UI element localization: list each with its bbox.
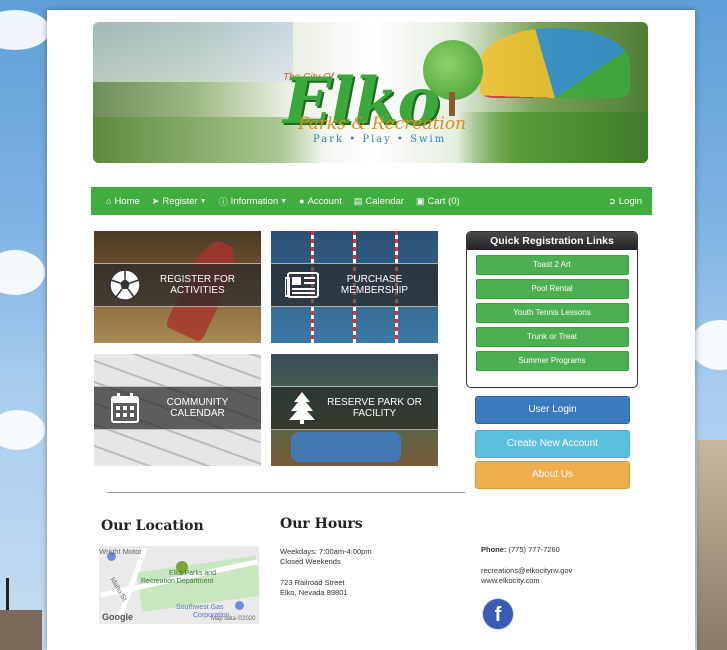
nav-login[interactable]: ➲ Login — [608, 196, 642, 207]
background-cloud — [0, 410, 45, 450]
tree-icon — [285, 391, 319, 425]
tile-photo-playground — [291, 432, 401, 462]
email-link[interactable]: recreations@elkocitynv.gov — [481, 566, 572, 576]
nav-calendar-label: Calendar — [365, 195, 404, 207]
phone-line: Phone: (775) 777-7260 — [481, 545, 560, 555]
hours-weekends: Closed Weekends — [280, 557, 341, 566]
quick-registration-panel: Quick Registration Links Toast 2 Art Poo… — [466, 231, 638, 388]
quick-link-pool-rental[interactable]: Pool Rental — [475, 279, 629, 299]
quick-link-summer-programs[interactable]: Summer Programs — [475, 351, 629, 371]
cart-icon: ▣ — [415, 195, 425, 206]
caret-down-icon: ▼ — [280, 197, 288, 205]
user-login-button[interactable]: User Login — [475, 396, 630, 424]
hours-heading: Our Hours — [280, 516, 363, 532]
map-label: Elko Parks and — [169, 570, 217, 577]
calendar-icon — [108, 391, 142, 425]
quick-registration-title: Quick Registration Links — [467, 232, 637, 250]
tile-band: RESERVE PARK OR FACILITY — [271, 386, 438, 430]
tile-band: PURCHASE MEMBERSHIP — [271, 263, 438, 307]
sign-in-icon: ➲ — [608, 195, 616, 206]
logo-tree-trunk — [449, 92, 455, 116]
tile-community-calendar[interactable]: COMMUNITY CALENDAR — [94, 354, 261, 466]
nav-information[interactable]: ⓘ Information ▼ — [219, 195, 287, 208]
logo-tagline: Park • Play • Swim — [313, 134, 447, 145]
background-building — [697, 440, 727, 650]
phone-label: Phone: — [481, 545, 507, 554]
quick-link-toast-2-art[interactable]: Toast 2 Art — [475, 255, 629, 275]
facebook-icon[interactable]: f — [483, 599, 513, 629]
nav-register[interactable]: ➤ Register ▼ — [152, 196, 207, 207]
hours-weekdays: Weekdays: 7:00am-4:00pm — [280, 547, 372, 556]
tile-label: PURCHASE MEMBERSHIP — [340, 274, 409, 296]
address-line-2: Elko, Nevada 89801 — [280, 588, 348, 597]
google-logo: Google — [102, 612, 133, 622]
map-attribution: Map data ©2020 — [211, 616, 256, 622]
logo-subtitle: Parks & Recreation — [298, 114, 467, 134]
tile-label: COMMUNITY CALENDAR — [166, 397, 229, 419]
quick-link-trunk-or-treat[interactable]: Trunk or Treat — [475, 327, 629, 347]
banner-sky — [93, 22, 293, 82]
banner-grass — [458, 112, 648, 163]
map-marker-icon — [235, 601, 244, 610]
nav-home[interactable]: ⌂ Home — [106, 196, 140, 207]
info-icon: ⓘ — [218, 196, 228, 207]
tile-register-activities[interactable]: REGISTER FOR ACTIVITIES — [94, 231, 261, 343]
main-navbar: ⌂ Home ➤ Register ▼ ⓘ Information ▼ ● Ac… — [91, 187, 652, 215]
newspaper-icon — [285, 268, 319, 302]
background-cloud — [690, 320, 727, 370]
user-icon: ● — [299, 196, 305, 206]
background-building — [0, 610, 42, 650]
nav-login-label: Login — [618, 195, 642, 207]
website-link[interactable]: www.elkocity.com — [481, 576, 540, 586]
quick-link-youth-tennis[interactable]: Youth Tennis Lessons — [475, 303, 629, 323]
home-icon: ⌂ — [106, 196, 112, 206]
background-cloud — [0, 250, 45, 295]
address-line-1: 723 Railroad Street — [280, 578, 345, 587]
nav-information-label: Information — [230, 195, 279, 207]
map-label: Southwest Gas — [176, 604, 224, 611]
paper-plane-icon: ➤ — [151, 195, 160, 206]
tile-reserve-park[interactable]: RESERVE PARK OR FACILITY — [271, 354, 438, 466]
about-us-button[interactable]: About Us — [475, 461, 630, 489]
map-label: Recreation Department — [141, 578, 214, 585]
page-container: The City Of Elko Parks & Recreation Park… — [47, 10, 695, 650]
background-cloud — [0, 10, 50, 50]
tile-purchase-membership[interactable]: PURCHASE MEMBERSHIP — [271, 231, 438, 343]
soccer-ball-icon — [108, 268, 142, 302]
section-divider — [107, 492, 465, 493]
caret-down-icon: ▼ — [199, 197, 207, 205]
tile-band: REGISTER FOR ACTIVITIES — [94, 263, 261, 307]
header-banner[interactable]: The City Of Elko Parks & Recreation Park… — [93, 22, 648, 163]
nav-account-label: Account — [307, 195, 342, 207]
phone-number[interactable]: (775) 777-7260 — [509, 545, 560, 554]
nav-cart[interactable]: ▣ Cart (0) — [416, 196, 460, 207]
nav-cart-label: Cart (0) — [427, 195, 460, 207]
location-map[interactable]: Wright Motor Elko Parks and Recreation D… — [99, 546, 259, 624]
banner-parachute — [480, 28, 630, 98]
nav-home-label: Home — [114, 195, 140, 207]
nav-calendar[interactable]: ▤ Calendar — [354, 196, 404, 207]
calendar-icon: ▤ — [353, 195, 363, 206]
tile-band: COMMUNITY CALENDAR — [94, 386, 261, 430]
tile-label: RESERVE PARK OR FACILITY — [327, 397, 422, 419]
map-label: Wright Motor — [99, 547, 142, 556]
nav-register-label: Register — [162, 195, 198, 207]
nav-account[interactable]: ● Account — [299, 196, 342, 207]
location-heading: Our Location — [101, 518, 204, 534]
tile-label: REGISTER FOR ACTIVITIES — [159, 274, 235, 296]
create-account-button[interactable]: Create New Account — [475, 430, 630, 458]
